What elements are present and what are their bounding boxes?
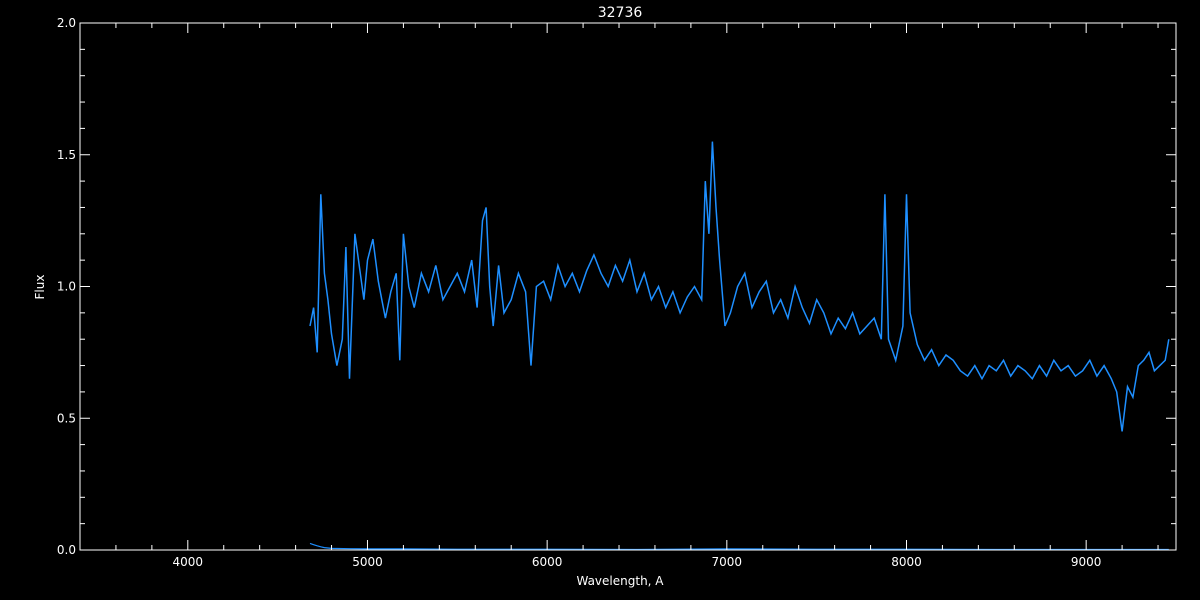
y-tick-label: 0.0 <box>57 543 76 557</box>
chart-title: 32736 <box>598 5 643 21</box>
y-tick-label: 1.5 <box>57 148 76 162</box>
x-tick-label: 7000 <box>712 555 743 569</box>
x-tick-label: 5000 <box>352 555 383 569</box>
y-tick-label: 0.5 <box>57 411 76 425</box>
y-tick-label: 1.0 <box>57 280 76 294</box>
x-tick-label: 8000 <box>891 555 922 569</box>
y-axis-label: Flux <box>33 275 47 300</box>
x-tick-label: 4000 <box>173 555 204 569</box>
x-axis-label: Wavelength, A <box>576 574 664 588</box>
chart-background <box>0 0 1200 600</box>
y-tick-label: 2.0 <box>57 16 76 30</box>
x-tick-label: 9000 <box>1071 555 1102 569</box>
spectrum-chart: 32736 4000 5000 6000 7000 8000 9000 0.0 0.5 1.0… <box>0 0 1200 600</box>
x-tick-label: 6000 <box>532 555 563 569</box>
